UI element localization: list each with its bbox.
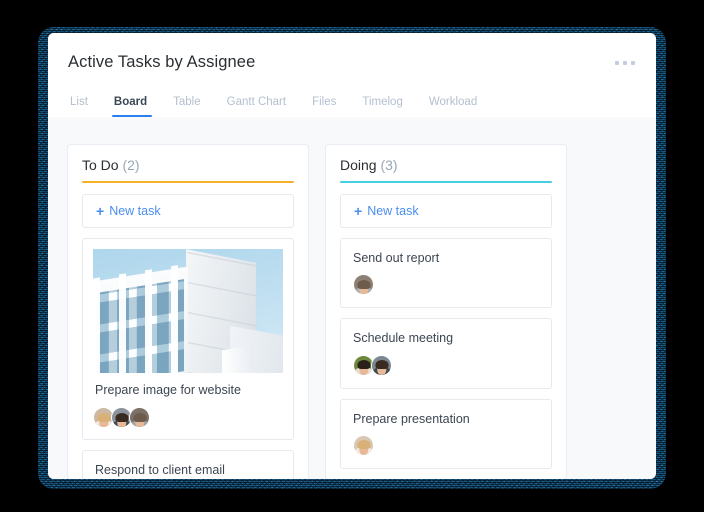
dot	[631, 61, 635, 65]
board-column-doing: Doing (3) + New task Send out report Schedul…	[326, 145, 566, 479]
photo-lowblock2	[222, 345, 255, 373]
tab-board[interactable]: Board	[101, 96, 160, 117]
plus-icon: +	[96, 203, 105, 219]
task-card-title: Prepare image for website	[95, 383, 241, 397]
board-column-to-do: To Do (2) + New task Prepare image for webs…	[68, 145, 308, 479]
ellipsis-horizontal-icon[interactable]	[615, 61, 635, 65]
kanban-board: To Do (2) + New task Prepare image for webs…	[48, 117, 656, 479]
column-accent-rule	[340, 181, 552, 183]
task-card[interactable]: Prepare image for website	[82, 238, 294, 441]
avatar-hair	[97, 412, 110, 422]
task-card-title: Prepare presentation	[353, 411, 470, 426]
avatar-hair	[115, 412, 128, 422]
task-card[interactable]: Prepare presentation	[340, 398, 552, 469]
task-card-title: Respond to client email	[95, 463, 225, 478]
avatar-hair	[375, 359, 388, 369]
task-card[interactable]: Respond to client email	[82, 450, 294, 479]
column-header[interactable]: Doing (3)	[340, 157, 552, 181]
tab-table[interactable]: Table	[160, 96, 214, 117]
assignee-avatars	[353, 274, 539, 296]
column-count: (2)	[118, 157, 140, 173]
photo-cols	[93, 263, 188, 373]
window-header: Active Tasks by Assignee List Board Table G…	[48, 33, 656, 117]
task-card[interactable]: Schedule meeting	[340, 318, 552, 389]
avatar[interactable]	[353, 434, 374, 456]
tab-files[interactable]: Files	[299, 96, 349, 117]
dot	[623, 61, 627, 65]
assignee-avatars	[93, 407, 283, 429]
avatar[interactable]	[129, 407, 150, 429]
app-window: Active Tasks by Assignee List Board Table G…	[48, 33, 656, 479]
task-card-title: Send out report	[353, 251, 440, 265]
avatar[interactable]	[371, 354, 392, 376]
task-card[interactable]: Send out report	[340, 238, 552, 309]
column-count: (3)	[376, 157, 398, 173]
new-task-button[interactable]: + New task	[82, 194, 294, 228]
dot	[615, 61, 619, 65]
view-tabs: List Board Table Gantt Chart Files Timelog Wor…	[68, 96, 490, 117]
assignee-avatars	[353, 354, 539, 376]
tab-workload[interactable]: Workload	[416, 96, 490, 117]
tab-timelog[interactable]: Timelog	[349, 96, 415, 117]
tab-gantt-chart[interactable]: Gantt Chart	[214, 96, 299, 117]
avatar-hair	[357, 440, 370, 450]
avatar-hair	[357, 359, 370, 369]
tab-list[interactable]: List	[68, 96, 101, 117]
new-task-label: New task	[367, 204, 419, 218]
avatar[interactable]	[353, 274, 374, 296]
column-header[interactable]: To Do (2)	[82, 157, 294, 181]
plus-icon: +	[354, 203, 363, 219]
column-accent-rule	[82, 181, 294, 183]
card-image	[93, 249, 283, 373]
new-task-button[interactable]: + New task	[340, 194, 552, 228]
avatar-hair	[357, 279, 370, 289]
column-name: Doing	[340, 157, 377, 173]
assignee-avatars	[353, 434, 539, 456]
column-name: To Do	[82, 157, 119, 173]
avatar-hair	[133, 412, 146, 422]
page-title: Active Tasks by Assignee	[68, 53, 256, 71]
task-card-title: Schedule meeting	[353, 331, 454, 346]
new-task-label: New task	[109, 204, 161, 218]
